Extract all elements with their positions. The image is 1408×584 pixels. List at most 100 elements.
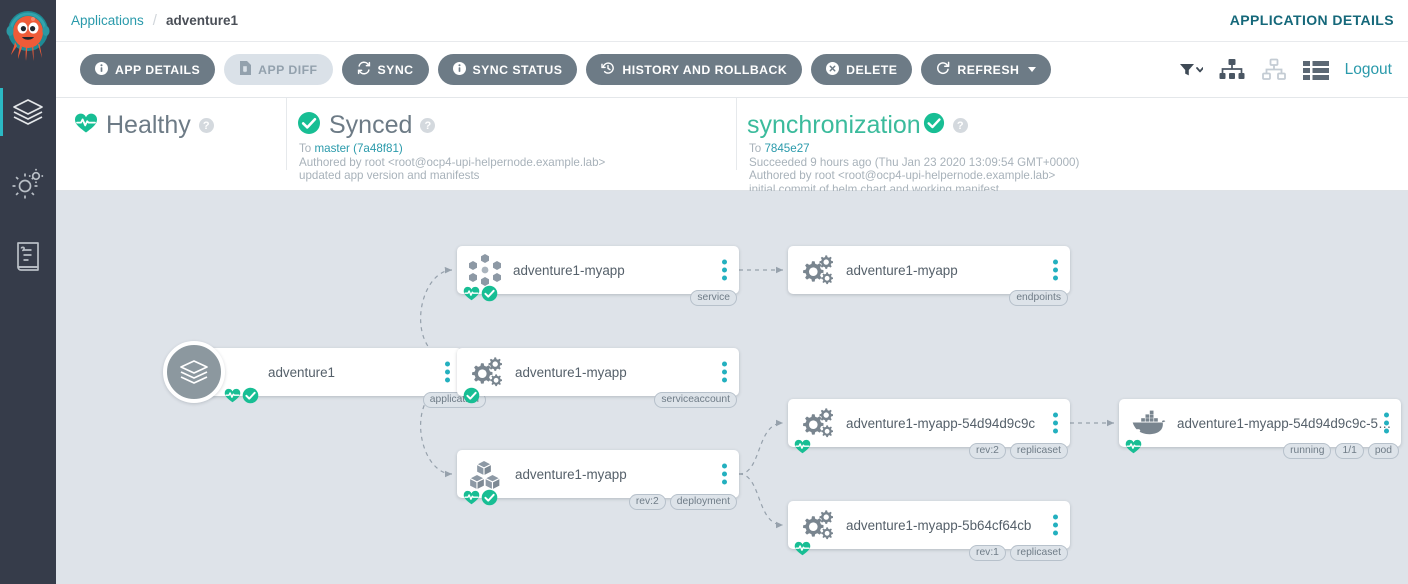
operation-revision-prefix: To — [749, 142, 765, 155]
resource-tree-canvas[interactable]: adventure1 application adventure1-myapp … — [56, 191, 1408, 584]
tree-node-rev-tag: rev:1 — [969, 545, 1006, 561]
argo-octopus-logo[interactable] — [0, 0, 56, 76]
delete-label: DELETE — [846, 62, 898, 77]
tree-node-label: adventure1-myapp — [515, 364, 627, 380]
tree-node-menu-button[interactable] — [722, 361, 727, 383]
tree-node-pod[interactable]: adventure1-myapp-54d94d9c9c-5… running 1… — [1119, 399, 1401, 459]
tree-node-tags: rev:2 deployment — [628, 494, 737, 510]
check-circle-icon — [242, 387, 259, 404]
tree-node-kind-tag: endpoints — [1009, 290, 1068, 306]
tree-node-label: adventure1-myapp-5b64cf64cb — [846, 517, 1032, 533]
sync-status-button[interactable]: SYNC STATUS — [437, 54, 578, 85]
tree-node-tags: running 1/1 pod — [1283, 443, 1399, 459]
tree-node-tags: service — [690, 290, 737, 306]
tree-node-label: adventure1 — [268, 364, 336, 380]
tree-node-label: adventure1-myapp-54d94d9c9c-5… — [1177, 415, 1392, 431]
sync-author: Authored by root <root@ocp4-upi-helperno… — [299, 155, 606, 169]
tree-node-deployment[interactable]: adventure1-myapp rev:2 deployment — [457, 450, 739, 510]
tree-node-menu-button[interactable] — [1053, 259, 1058, 281]
docker-whale-icon — [1129, 408, 1167, 438]
sync-status-block: Synced ? To master (7a48f81) Authored by… — [286, 98, 736, 182]
tree-view-icon[interactable] — [1219, 58, 1245, 82]
page-title: APPLICATION DETAILS — [1229, 12, 1394, 28]
tree-node-service[interactable]: adventure1-myapp service — [457, 246, 739, 306]
action-toolbar: APP DETAILS APP DIFF SYNC SYNC STATUS HI… — [56, 42, 1408, 98]
tree-node-badges — [463, 285, 498, 302]
health-help-icon[interactable]: ? — [198, 118, 214, 133]
check-circle-icon — [481, 285, 498, 302]
filter-icon[interactable] — [1179, 62, 1203, 78]
tree-node-status-tag: running — [1283, 443, 1332, 459]
tree-node-menu-button[interactable] — [1053, 412, 1058, 434]
tree-node-kind-tag: deployment — [669, 494, 737, 510]
refresh-icon — [936, 61, 950, 78]
breadcrumb-current: adventure1 — [165, 13, 238, 28]
sync-help-icon[interactable]: ? — [420, 118, 436, 133]
top-bar: Applications / adventure1 APPLICATION DE… — [56, 0, 1408, 42]
history-label: HISTORY AND ROLLBACK — [622, 62, 788, 77]
sync-status-label: SYNC STATUS — [472, 62, 563, 77]
gears-icon — [467, 355, 505, 389]
gears-icon — [798, 406, 836, 440]
heart-pulse-icon — [74, 112, 98, 139]
tree-node-replicaset-1[interactable]: adventure1-myapp-54d94d9c9c rev:2 replic… — [788, 399, 1070, 459]
logout-link[interactable]: Logout — [1345, 61, 1392, 79]
tree-node-badges — [224, 387, 259, 404]
sidebar-item-applications[interactable] — [0, 76, 56, 148]
tree-node-menu-button[interactable] — [722, 259, 727, 281]
breadcrumb: Applications / adventure1 — [71, 12, 238, 29]
heart-pulse-icon — [794, 540, 811, 557]
tree-node-label: adventure1-myapp — [515, 466, 627, 482]
file-diff-icon — [239, 61, 252, 78]
tree-node-endpoints[interactable]: adventure1-myapp endpoints — [788, 246, 1070, 306]
layers-circle-icon — [163, 341, 225, 403]
sidebar-item-documentation[interactable] — [0, 220, 56, 292]
sync-revision-link[interactable]: master (7a48f81) — [314, 142, 402, 155]
sync-revision-prefix: To — [299, 142, 315, 155]
tree-node-replicaset-2[interactable]: adventure1-myapp-5b64cf64cb rev:1 replic… — [788, 501, 1070, 561]
tree-node-label: adventure1-myapp-54d94d9c9c — [846, 415, 1036, 431]
check-circle-icon — [923, 112, 945, 139]
tree-node-menu-button[interactable] — [722, 463, 727, 485]
app-details-button[interactable]: APP DETAILS — [80, 54, 216, 85]
check-circle-icon — [463, 387, 480, 404]
tree-node-ready-tag: 1/1 — [1335, 443, 1364, 459]
tree-node-rev-tag: rev:2 — [628, 494, 666, 510]
tree-node-menu-button[interactable] — [1053, 514, 1058, 536]
operation-author: Authored by root <root@ocp4-upi-helperno… — [749, 169, 1056, 183]
tree-node-menu-button[interactable] — [445, 361, 450, 383]
operation-help-icon[interactable]: ? — [952, 118, 968, 133]
check-circle-icon — [481, 489, 498, 506]
tree-node-tags: serviceaccount — [654, 392, 737, 408]
heart-pulse-icon — [794, 438, 811, 455]
info-icon — [452, 61, 466, 78]
delete-button[interactable]: DELETE — [811, 54, 913, 85]
tree-node-kind-tag: serviceaccount — [654, 392, 737, 408]
info-icon — [95, 61, 108, 78]
heart-pulse-icon — [1125, 438, 1142, 455]
operation-revision-link[interactable]: 7845e27 — [764, 142, 809, 155]
tree-node-kind-tag: replicaset — [1009, 443, 1068, 459]
sync-arrows-icon — [357, 61, 371, 78]
layers-icon — [11, 95, 45, 129]
network-view-icon[interactable] — [1261, 58, 1287, 82]
cubes-icon — [467, 457, 505, 491]
gears-icon — [798, 253, 836, 287]
tree-node-badges — [794, 540, 811, 557]
tree-node-menu-button[interactable] — [1384, 412, 1389, 434]
heart-pulse-icon — [224, 387, 241, 404]
tree-node-serviceaccount[interactable]: adventure1-myapp serviceaccount — [457, 348, 739, 408]
sidebar-item-settings[interactable] — [0, 148, 56, 220]
operation-revision-line: To 7845e27 — [749, 142, 1336, 156]
heart-pulse-icon — [463, 489, 480, 506]
app-diff-button[interactable]: APP DIFF — [224, 54, 333, 85]
operation-result: Succeeded 9 hours ago (Thu Jan 23 2020 1… — [749, 155, 1080, 169]
refresh-button[interactable]: REFRESH — [921, 54, 1052, 85]
tree-node-application[interactable]: adventure1 application — [163, 341, 486, 408]
breadcrumb-applications-link[interactable]: Applications — [71, 13, 144, 28]
tree-node-badges — [794, 438, 811, 455]
list-view-icon[interactable] — [1302, 59, 1329, 81]
sync-button[interactable]: SYNC — [341, 54, 429, 85]
book-icon — [13, 240, 43, 272]
history-and-rollback-button[interactable]: HISTORY AND ROLLBACK — [586, 54, 803, 85]
